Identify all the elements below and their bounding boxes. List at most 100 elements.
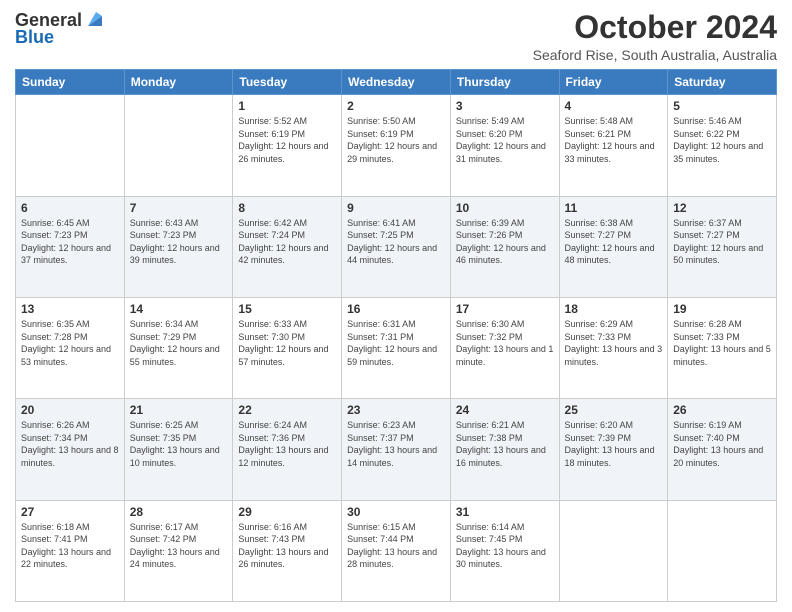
day-cell: 8 Sunrise: 6:42 AMSunset: 7:24 PMDaylight… (233, 196, 342, 297)
day-number: 16 (347, 302, 445, 316)
day-number: 11 (565, 201, 663, 215)
cell-detail: Sunrise: 6:34 AMSunset: 7:29 PMDaylight:… (130, 318, 228, 368)
day-cell: 1Sunrise: 5:52 AMSunset: 6:19 PMDaylight… (233, 95, 342, 196)
week-row-4: 27 Sunrise: 6:18 AMSunset: 7:41 PMDayligh… (16, 500, 777, 601)
day-cell: 26 Sunrise: 6:19 AMSunset: 7:40 PMDayligh… (668, 399, 777, 500)
col-wednesday: Wednesday (342, 70, 451, 95)
day-cell: 2Sunrise: 5:50 AMSunset: 6:19 PMDaylight… (342, 95, 451, 196)
col-sunday: Sunday (16, 70, 125, 95)
day-number: 3 (456, 99, 554, 113)
day-number: 18 (565, 302, 663, 316)
col-monday: Monday (124, 70, 233, 95)
day-cell: 21Sunrise: 6:25 AMSunset: 7:35 PMDayligh… (124, 399, 233, 500)
day-number: 19 (673, 302, 771, 316)
day-cell (559, 500, 668, 601)
cell-detail: Sunrise: 6:33 AMSunset: 7:30 PMDaylight:… (238, 318, 336, 368)
day-cell (124, 95, 233, 196)
day-cell: 16 Sunrise: 6:31 AMSunset: 7:31 PMDayligh… (342, 297, 451, 398)
day-cell: 25 Sunrise: 6:20 AMSunset: 7:39 PMDayligh… (559, 399, 668, 500)
day-number: 4 (565, 99, 663, 113)
cell-detail: Sunrise: 6:35 AMSunset: 7:28 PMDaylight:… (21, 318, 119, 368)
day-number: 30 (347, 505, 445, 519)
cell-detail: Sunrise: 6:17 AMSunset: 7:42 PMDaylight:… (130, 521, 228, 571)
cell-detail: Sunrise: 5:52 AMSunset: 6:19 PMDaylight:… (238, 115, 336, 165)
day-cell: 5 Sunrise: 5:46 AMSunset: 6:22 PMDaylight… (668, 95, 777, 196)
day-number: 13 (21, 302, 119, 316)
cell-detail: Sunrise: 6:37 AMSunset: 7:27 PMDaylight:… (673, 217, 771, 267)
day-number: 23 (347, 403, 445, 417)
cell-detail: Sunrise: 6:28 AMSunset: 7:33 PMDaylight:… (673, 318, 771, 368)
day-number: 5 (673, 99, 771, 113)
day-number: 6 (21, 201, 119, 215)
day-number: 26 (673, 403, 771, 417)
cell-detail: Sunrise: 6:29 AMSunset: 7:33 PMDaylight:… (565, 318, 663, 368)
day-cell: 29Sunrise: 6:16 AMSunset: 7:43 PMDayligh… (233, 500, 342, 601)
day-cell: 22Sunrise: 6:24 AMSunset: 7:36 PMDayligh… (233, 399, 342, 500)
col-tuesday: Tuesday (233, 70, 342, 95)
day-cell: 31 Sunrise: 6:14 AMSunset: 7:45 PMDayligh… (450, 500, 559, 601)
cell-detail: Sunrise: 6:15 AMSunset: 7:44 PMDaylight:… (347, 521, 445, 571)
week-row-2: 13 Sunrise: 6:35 AMSunset: 7:28 PMDayligh… (16, 297, 777, 398)
logo: General Blue (15, 10, 106, 48)
cell-detail: Sunrise: 6:25 AMSunset: 7:35 PMDaylight:… (130, 419, 228, 469)
cell-detail: Sunrise: 6:14 AMSunset: 7:45 PMDaylight:… (456, 521, 554, 571)
day-number: 25 (565, 403, 663, 417)
cell-detail: Sunrise: 6:42 AMSunset: 7:24 PMDaylight:… (238, 217, 336, 267)
cell-detail: Sunrise: 6:19 AMSunset: 7:40 PMDaylight:… (673, 419, 771, 469)
cell-detail: Sunrise: 6:41 AMSunset: 7:25 PMDaylight:… (347, 217, 445, 267)
day-number: 14 (130, 302, 228, 316)
day-cell: 3Sunrise: 5:49 AMSunset: 6:20 PMDaylight… (450, 95, 559, 196)
day-number: 15 (238, 302, 336, 316)
day-number: 10 (456, 201, 554, 215)
cell-detail: Sunrise: 6:30 AMSunset: 7:32 PMDaylight:… (456, 318, 554, 368)
day-cell: 27 Sunrise: 6:18 AMSunset: 7:41 PMDayligh… (16, 500, 125, 601)
weekday-header-row: Sunday Monday Tuesday Wednesday Thursday… (16, 70, 777, 95)
day-number: 24 (456, 403, 554, 417)
day-number: 2 (347, 99, 445, 113)
day-cell (16, 95, 125, 196)
day-cell: 11 Sunrise: 6:38 AMSunset: 7:27 PMDayligh… (559, 196, 668, 297)
cell-detail: Sunrise: 6:20 AMSunset: 7:39 PMDaylight:… (565, 419, 663, 469)
col-friday: Friday (559, 70, 668, 95)
col-thursday: Thursday (450, 70, 559, 95)
cell-detail: Sunrise: 6:31 AMSunset: 7:31 PMDaylight:… (347, 318, 445, 368)
day-cell: 9Sunrise: 6:41 AMSunset: 7:25 PMDaylight… (342, 196, 451, 297)
month-title: October 2024 (533, 10, 777, 45)
day-number: 20 (21, 403, 119, 417)
cell-detail: Sunrise: 6:21 AMSunset: 7:38 PMDaylight:… (456, 419, 554, 469)
day-cell: 10 Sunrise: 6:39 AMSunset: 7:26 PMDayligh… (450, 196, 559, 297)
cell-detail: Sunrise: 6:23 AMSunset: 7:37 PMDaylight:… (347, 419, 445, 469)
day-cell: 13 Sunrise: 6:35 AMSunset: 7:28 PMDayligh… (16, 297, 125, 398)
day-cell: 18 Sunrise: 6:29 AMSunset: 7:33 PMDayligh… (559, 297, 668, 398)
day-cell: 15 Sunrise: 6:33 AMSunset: 7:30 PMDayligh… (233, 297, 342, 398)
day-cell: 17Sunrise: 6:30 AMSunset: 7:32 PMDayligh… (450, 297, 559, 398)
day-cell: 12Sunrise: 6:37 AMSunset: 7:27 PMDayligh… (668, 196, 777, 297)
week-row-0: 1Sunrise: 5:52 AMSunset: 6:19 PMDaylight… (16, 95, 777, 196)
day-number: 8 (238, 201, 336, 215)
day-cell: 28Sunrise: 6:17 AMSunset: 7:42 PMDayligh… (124, 500, 233, 601)
cell-detail: Sunrise: 6:18 AMSunset: 7:41 PMDaylight:… (21, 521, 119, 571)
day-number: 31 (456, 505, 554, 519)
day-cell: 4 Sunrise: 5:48 AMSunset: 6:21 PMDaylight… (559, 95, 668, 196)
day-number: 22 (238, 403, 336, 417)
day-cell: 23 Sunrise: 6:23 AMSunset: 7:37 PMDayligh… (342, 399, 451, 500)
day-cell (668, 500, 777, 601)
cell-detail: Sunrise: 6:38 AMSunset: 7:27 PMDaylight:… (565, 217, 663, 267)
day-cell: 30 Sunrise: 6:15 AMSunset: 7:44 PMDayligh… (342, 500, 451, 601)
day-cell: 6Sunrise: 6:45 AMSunset: 7:23 PMDaylight… (16, 196, 125, 297)
day-cell: 14 Sunrise: 6:34 AMSunset: 7:29 PMDayligh… (124, 297, 233, 398)
day-number: 7 (130, 201, 228, 215)
day-cell: 19 Sunrise: 6:28 AMSunset: 7:33 PMDayligh… (668, 297, 777, 398)
week-row-3: 20 Sunrise: 6:26 AMSunset: 7:34 PMDayligh… (16, 399, 777, 500)
cell-detail: Sunrise: 6:26 AMSunset: 7:34 PMDaylight:… (21, 419, 119, 469)
page: General Blue October 2024 Seaford Rise, … (0, 0, 792, 612)
cell-detail: Sunrise: 6:39 AMSunset: 7:26 PMDaylight:… (456, 217, 554, 267)
day-number: 27 (21, 505, 119, 519)
location: Seaford Rise, South Australia, Australia (533, 47, 777, 63)
cell-detail: Sunrise: 5:46 AMSunset: 6:22 PMDaylight:… (673, 115, 771, 165)
day-cell: 24 Sunrise: 6:21 AMSunset: 7:38 PMDayligh… (450, 399, 559, 500)
day-number: 29 (238, 505, 336, 519)
day-cell: 20 Sunrise: 6:26 AMSunset: 7:34 PMDayligh… (16, 399, 125, 500)
cell-detail: Sunrise: 5:48 AMSunset: 6:21 PMDaylight:… (565, 115, 663, 165)
day-cell: 7Sunrise: 6:43 AMSunset: 7:23 PMDaylight… (124, 196, 233, 297)
